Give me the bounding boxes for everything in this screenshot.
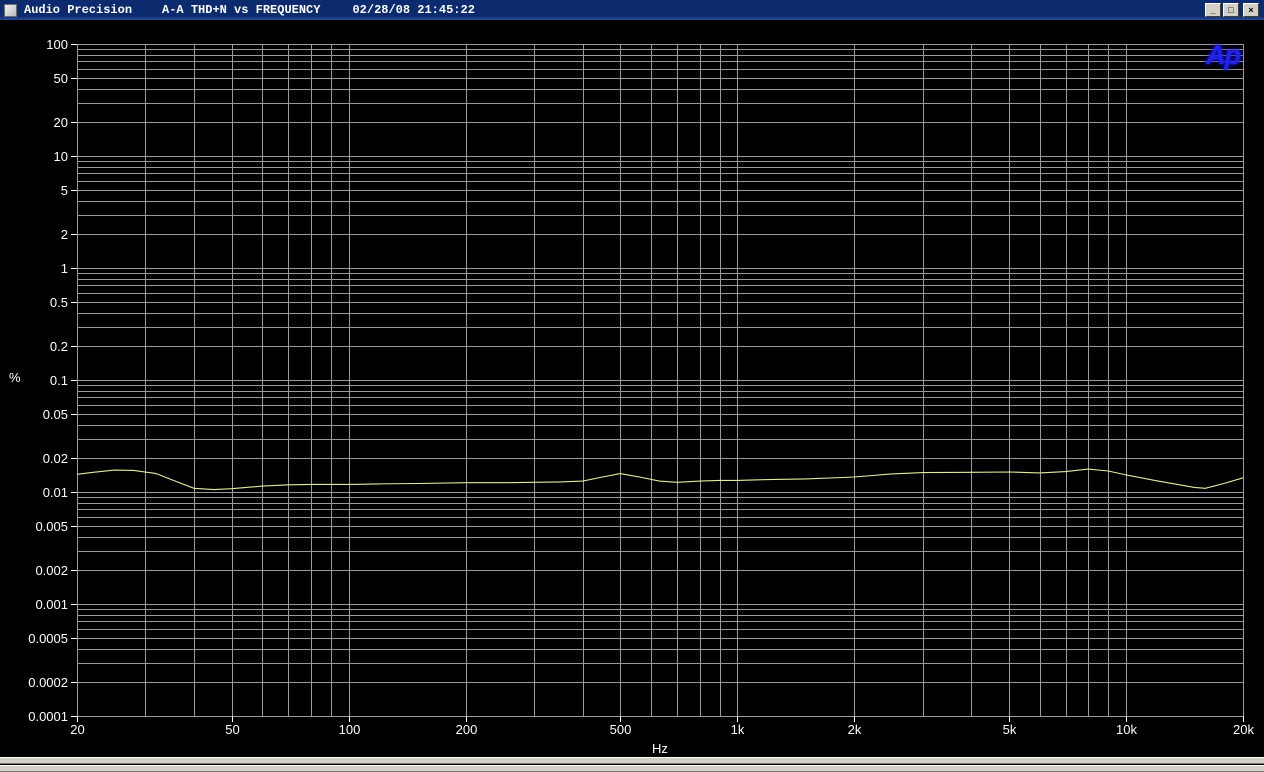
bottom-scrollbar[interactable]	[0, 757, 1264, 772]
y-tick-label: 0.005	[35, 519, 68, 534]
minimize-button[interactable]: _	[1205, 3, 1221, 17]
window-title-timestamp: 02/28/08 21:45:22	[352, 3, 475, 17]
y-tick-label: 20	[54, 115, 68, 130]
x-tick-label: 50	[225, 722, 239, 737]
audio-precision-logo: Ap	[1206, 40, 1241, 70]
titlebar[interactable]: Audio Precision A-A THD+N vs FREQUENCY 0…	[0, 0, 1264, 20]
x-tick-label: 10k	[1116, 722, 1137, 737]
y-tick-label: 100	[46, 37, 68, 52]
thdn-trace	[76, 468, 1244, 491]
window-title-app: Audio Precision	[24, 3, 133, 17]
y-axis-unit-label: %	[9, 370, 21, 385]
x-tick-label: 5k	[1003, 722, 1017, 737]
y-tick-label: 0.5	[50, 295, 68, 310]
y-tick-label: 0.02	[43, 451, 68, 466]
scrollbar-track-bottom[interactable]	[0, 765, 1264, 772]
y-tick-label: 0.2	[50, 339, 68, 354]
x-tick-label: 500	[610, 722, 632, 737]
y-tick-label: 50	[54, 71, 68, 86]
scrollbar-track-top[interactable]	[0, 757, 1264, 764]
window-title-measurement: A-A THD+N vs FREQUENCY	[162, 3, 321, 17]
y-tick-label: 0.001	[35, 597, 68, 612]
thdn-vs-frequency-chart: 20 50 100 200 500 1k 2k 5k 10k 20k 100 50 20 10 5 2 1 0.5…	[28, 37, 1254, 737]
y-tick-label: 10	[54, 149, 68, 164]
x-tick-label: 1k	[731, 722, 745, 737]
x-tick-label: 20	[70, 722, 84, 737]
y-tick-label: 2	[61, 227, 68, 242]
window-controls: _ □ ×	[1203, 3, 1259, 17]
close-button[interactable]: ×	[1243, 3, 1259, 17]
y-tick-label: 0.0002	[28, 675, 68, 690]
y-tick-label: 1	[61, 261, 68, 276]
y-tick-label: 0.0001	[28, 709, 68, 724]
x-axis-unit-label: Hz	[652, 741, 668, 756]
plot-client-area: 20 50 100 200 500 1k 2k 5k 10k 20k 100 50 20 10 5 2 1 0.5…	[0, 20, 1264, 757]
x-tick-label: 20k	[1233, 722, 1254, 737]
y-tick-label: 0.01	[43, 485, 68, 500]
y-tick-label: 0.002	[35, 563, 68, 578]
audio-precision-window: Audio Precision A-A THD+N vs FREQUENCY 0…	[0, 0, 1264, 772]
maximize-button[interactable]: □	[1223, 3, 1239, 17]
y-tick-label: 0.05	[43, 407, 68, 422]
x-tick-label: 100	[339, 722, 361, 737]
app-icon[interactable]	[4, 3, 17, 17]
x-tick-label: 200	[456, 722, 478, 737]
y-tick-label: 5	[61, 183, 68, 198]
y-tick-label: 0.0005	[28, 631, 68, 646]
x-tick-label: 2k	[848, 722, 862, 737]
y-tick-label: 0.1	[50, 373, 68, 388]
